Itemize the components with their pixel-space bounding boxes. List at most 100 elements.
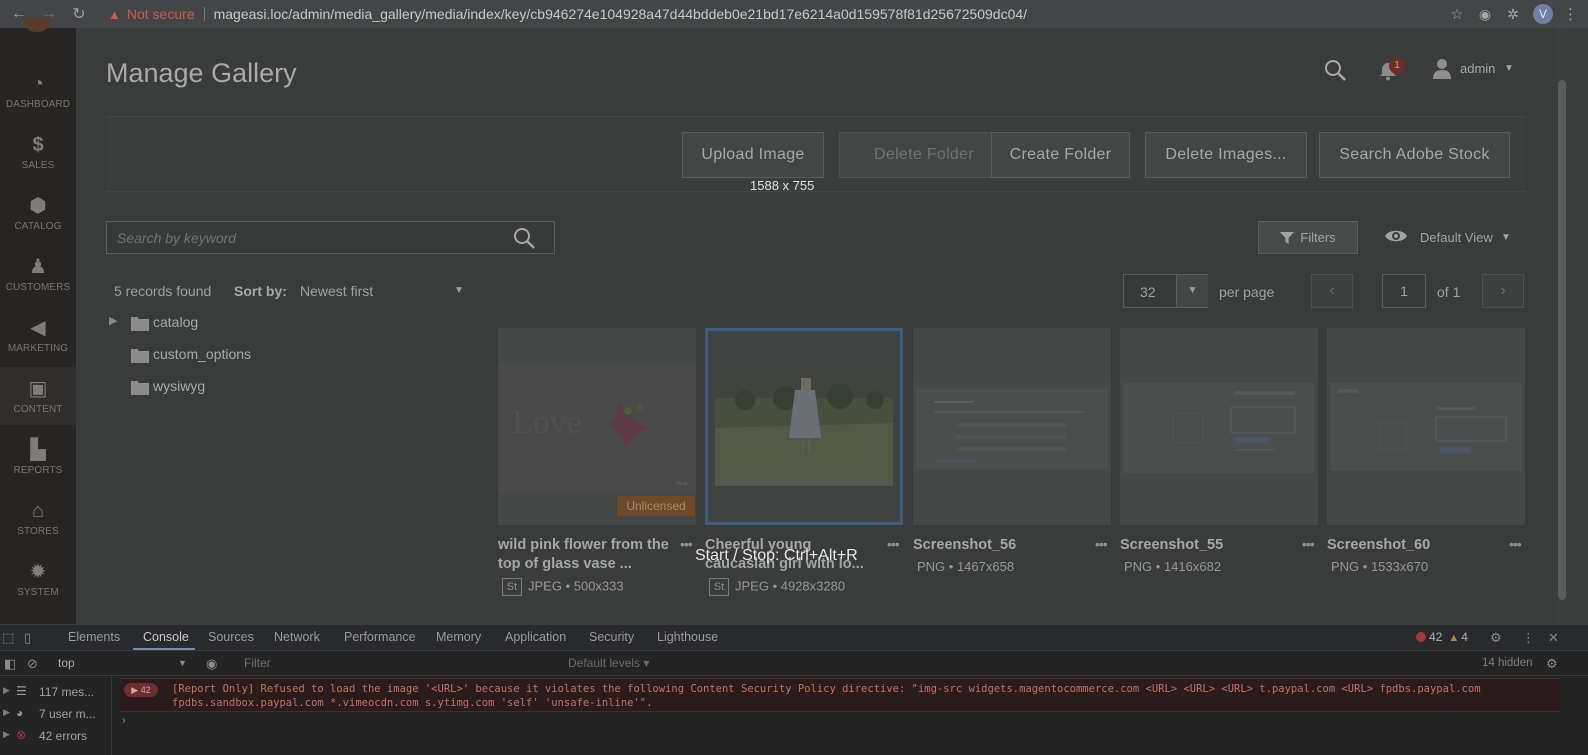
- search-icon[interactable]: [1323, 58, 1347, 82]
- settings-gear-icon[interactable]: ⚙: [1490, 630, 1502, 646]
- more-options-icon[interactable]: •••: [1302, 536, 1315, 552]
- admin-user-menu[interactable]: admin: [1460, 61, 1495, 76]
- user-icon[interactable]: [1432, 58, 1452, 80]
- console-filter-input[interactable]: Filter: [244, 656, 271, 670]
- view-selector[interactable]: Default View: [1420, 230, 1493, 245]
- filters-button[interactable]: Filters: [1258, 221, 1358, 254]
- extension-shield-icon[interactable]: ◉: [1471, 6, 1499, 23]
- previous-page-button[interactable]: ‹: [1311, 274, 1353, 308]
- folder-item-catalog[interactable]: ▶ catalog: [106, 312, 306, 334]
- warning-count: 4: [1461, 630, 1468, 644]
- sidebar-item-system[interactable]: ✹ SYSTEM: [0, 550, 76, 608]
- star-icon[interactable]: ☆: [1443, 6, 1471, 23]
- sidebar-item-catalog[interactable]: ⬢ CATALOG: [0, 184, 76, 242]
- console-sidebar-user-messages[interactable]: ▶ ◕ 7 user m...: [0, 703, 112, 725]
- sidebar-item-stores[interactable]: ⌂ STORES: [0, 489, 76, 547]
- tab-lighthouse[interactable]: Lighthouse: [657, 630, 718, 644]
- image-thumbnail[interactable]: [1327, 328, 1525, 525]
- log-levels-dropdown[interactable]: Default levels ▾: [568, 656, 649, 670]
- more-options-icon[interactable]: •••: [887, 536, 900, 552]
- page-actions: Upload Image Delete Folder Create Folder…: [106, 116, 1526, 192]
- more-options-icon[interactable]: •••: [1095, 536, 1108, 552]
- caret-down-icon[interactable]: ▼: [1501, 232, 1511, 243]
- tab-sources[interactable]: Sources: [208, 630, 254, 644]
- delete-images-button[interactable]: Delete Images...: [1145, 132, 1307, 178]
- console-sidebar-label: 7 user m...: [39, 707, 96, 721]
- tab-application[interactable]: Application: [505, 630, 566, 644]
- sidebar-item-dashboard[interactable]: ◔ DASHBOARD: [0, 62, 76, 120]
- search-input[interactable]: [107, 222, 507, 253]
- tab-console[interactable]: Console: [143, 630, 189, 644]
- console-settings-icon[interactable]: ⚙: [1546, 656, 1558, 672]
- more-options-icon[interactable]: •••: [680, 536, 693, 552]
- scrollbar-thumb[interactable]: [1558, 80, 1566, 600]
- chevron-right-icon[interactable]: ▶: [3, 729, 10, 740]
- tab-memory[interactable]: Memory: [436, 630, 481, 644]
- clear-console-icon[interactable]: ⊘: [27, 656, 38, 672]
- chevron-right-icon[interactable]: ▶: [109, 314, 117, 327]
- sidebar-item-customers[interactable]: ♟ CUSTOMERS: [0, 245, 76, 303]
- upload-image-button[interactable]: Upload Image: [682, 132, 824, 178]
- console-sidebar-errors[interactable]: ▶ ⊗ 42 errors: [0, 725, 112, 747]
- flower-image: Love stock: [498, 363, 696, 493]
- more-options-icon[interactable]: •••: [1509, 536, 1522, 552]
- delete-folder-button[interactable]: Delete Folder: [839, 132, 1009, 178]
- sidebar-item-marketing[interactable]: ◀ MARKETING: [0, 306, 76, 364]
- image-thumbnail[interactable]: [913, 328, 1111, 525]
- tab-elements[interactable]: Elements: [68, 630, 120, 644]
- bar-chart-icon: ▙: [30, 438, 46, 461]
- notification-badge[interactable]: 1: [1389, 58, 1405, 74]
- image-thumbnail[interactable]: [1120, 328, 1318, 525]
- caret-down-icon[interactable]: ▼: [178, 658, 187, 668]
- sidebar-item-reports[interactable]: ▙ REPORTS: [0, 428, 76, 486]
- profile-avatar[interactable]: V: [1533, 4, 1553, 24]
- image-thumbnail[interactable]: [705, 328, 903, 525]
- chevron-right-icon[interactable]: ▶: [3, 707, 10, 718]
- create-folder-button[interactable]: Create Folder: [991, 132, 1130, 178]
- address-bar[interactable]: mageasi.loc/admin/media_gallery/media/in…: [214, 6, 1027, 22]
- not-secure-label[interactable]: Not secure: [127, 6, 195, 22]
- browser-menu-icon[interactable]: ⋮: [1563, 5, 1578, 23]
- sort-select[interactable]: Newest first: [300, 283, 373, 299]
- tab-network[interactable]: Network: [274, 630, 320, 644]
- active-tab-indicator: [133, 648, 195, 650]
- devtools-menu-icon[interactable]: ⋮: [1522, 630, 1535, 646]
- puzzle-icon[interactable]: ✲: [1499, 6, 1527, 23]
- next-page-button[interactable]: ›: [1482, 274, 1524, 308]
- folder-label: wysiwyg: [153, 378, 206, 394]
- tab-security[interactable]: Security: [589, 630, 634, 644]
- caret-down-icon[interactable]: ▼: [1176, 275, 1208, 307]
- inspect-element-icon[interactable]: ⬚: [2, 630, 14, 646]
- reload-icon[interactable]: ↻: [68, 4, 90, 24]
- screenshot-thumbnail-image: [916, 383, 1108, 469]
- context-selector[interactable]: top: [58, 656, 75, 670]
- sort-by-label: Sort by:: [234, 283, 287, 299]
- funnel-icon: [1280, 231, 1295, 244]
- layout-icon: ▣: [28, 377, 48, 400]
- sidebar-toggle-icon[interactable]: ◧: [4, 656, 16, 672]
- folder-item-wysiwyg[interactable]: wysiwyg: [106, 376, 306, 398]
- console-prompt[interactable]: ›: [122, 715, 126, 727]
- caret-down-icon[interactable]: ▼: [1504, 63, 1514, 74]
- folder-label: catalog: [153, 314, 199, 330]
- eye-icon[interactable]: [1384, 227, 1408, 245]
- image-thumbnail[interactable]: Love stock Unlicensed: [498, 328, 696, 525]
- caret-down-icon[interactable]: ▼: [454, 285, 464, 296]
- sidebar-item-sales[interactable]: $ SALES: [0, 123, 76, 181]
- device-toggle-icon[interactable]: ▯: [24, 630, 31, 646]
- sidebar-item-label: CATALOG: [14, 220, 62, 232]
- tab-performance[interactable]: Performance: [344, 630, 416, 644]
- folder-item-custom-options[interactable]: custom_options: [106, 344, 306, 366]
- console-sidebar-messages[interactable]: ▶ ☰ 117 mes...: [0, 681, 112, 703]
- magento-logo[interactable]: [24, 18, 50, 32]
- eye-icon[interactable]: ◉: [206, 656, 217, 672]
- console-error-message[interactable]: ▶ 42 [Report Only] Refused to load the i…: [120, 678, 1560, 712]
- search-icon[interactable]: [512, 226, 536, 250]
- page-number-input[interactable]: 1: [1382, 274, 1426, 308]
- issue-counter[interactable]: 42 ▲ 4: [1416, 630, 1468, 644]
- per-page-select[interactable]: 32 ▼: [1123, 274, 1208, 308]
- search-adobe-stock-button[interactable]: Search Adobe Stock: [1319, 132, 1510, 178]
- chevron-right-icon[interactable]: ▶: [3, 685, 10, 696]
- close-icon[interactable]: ✕: [1548, 630, 1559, 646]
- sidebar-item-content[interactable]: ▣ CONTENT: [0, 367, 76, 425]
